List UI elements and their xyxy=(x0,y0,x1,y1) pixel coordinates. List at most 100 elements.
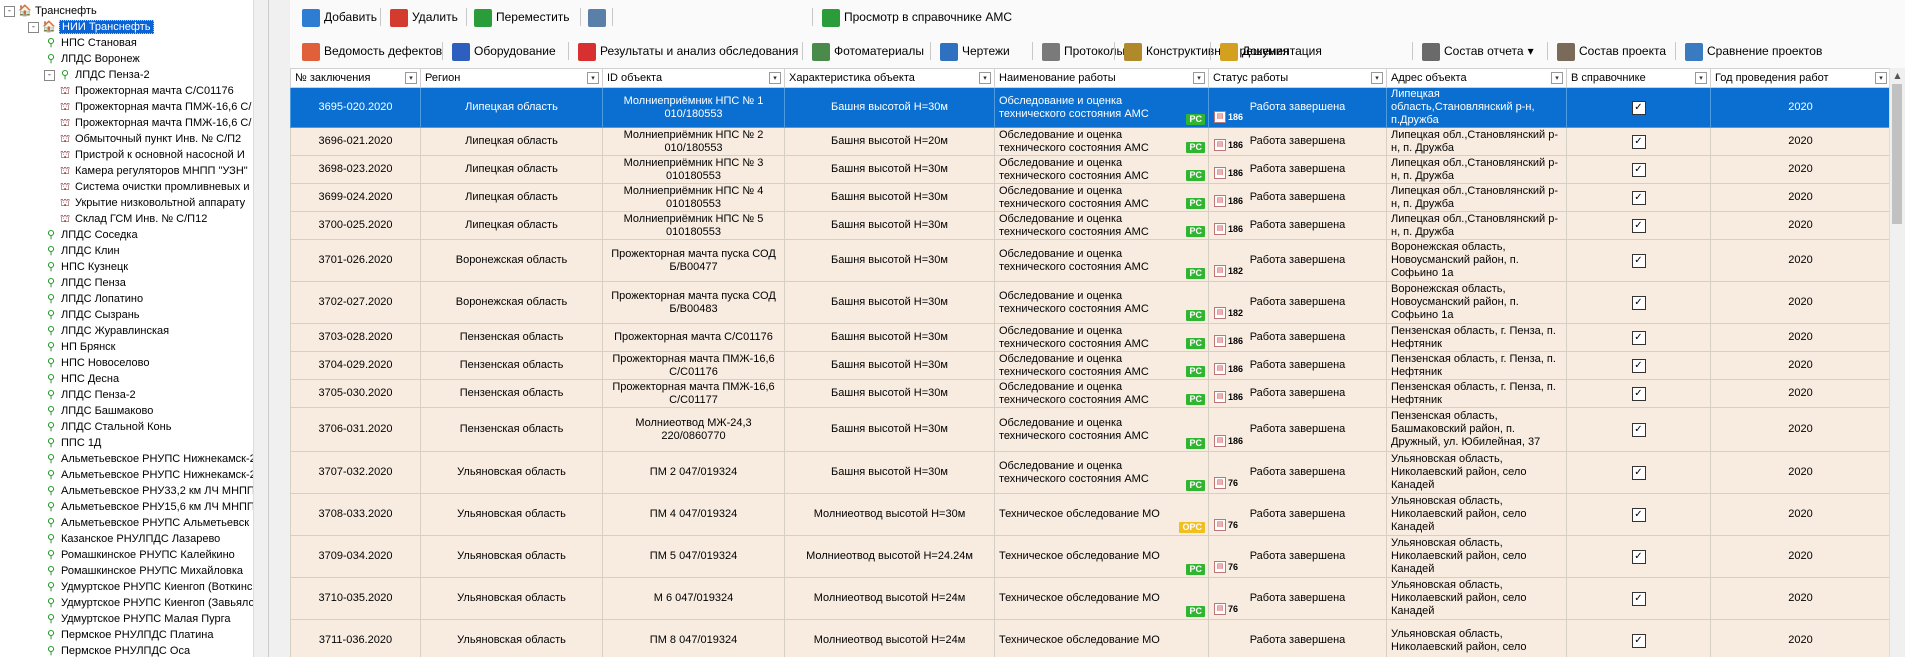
filter-dropdown-icon[interactable]: ▾ xyxy=(979,72,991,84)
scroll-up-icon[interactable]: ▲ xyxy=(1890,68,1905,83)
tree-item[interactable]: ⚲ ЛПДС Клин xyxy=(44,243,120,259)
panel-splitter[interactable] xyxy=(268,0,292,657)
table-row[interactable]: 3710-035.2020 Ульяновская область М 6 047/… xyxy=(290,577,1891,620)
tree-item[interactable]: ⚲ Пермское РНУЛПДС Платина xyxy=(44,627,214,643)
filter-dropdown-icon[interactable]: ▾ xyxy=(1551,72,1563,84)
in-reference-checkbox[interactable]: ✓ xyxy=(1631,190,1646,205)
document-icon[interactable]: ▤ xyxy=(1214,561,1226,574)
in-reference-checkbox[interactable]: ✓ xyxy=(1631,465,1646,480)
in-reference-checkbox[interactable]: ✓ xyxy=(1631,134,1646,149)
column-header[interactable]: Год проведения работ ▾ xyxy=(1710,68,1891,88)
table-row[interactable]: 3711-036.2020 Ульяновская область ПМ 8 047… xyxy=(290,619,1891,657)
tree-item[interactable]: ⛫ Камера регуляторов МНПП "УЗН" xyxy=(58,163,248,179)
in-reference-checkbox[interactable]: ✓ xyxy=(1631,162,1646,177)
document-icon[interactable]: ▤ xyxy=(1214,363,1226,376)
filter-dropdown-icon[interactable]: ▾ xyxy=(1875,72,1887,84)
tree-item[interactable]: ⚲ Пермское РНУЛПДС Оса xyxy=(44,643,190,657)
tree-item[interactable]: ⚲ ЛПДС Сызрань xyxy=(44,307,140,323)
grid-scrollbar[interactable]: ▲ xyxy=(1889,68,1905,657)
in-reference-checkbox[interactable]: ✓ xyxy=(1631,633,1646,648)
tree-item[interactable]: ⚲ Альметьевское РНУПС Нижнекамск-2 xyxy=(44,467,256,483)
in-reference-checkbox[interactable]: ✓ xyxy=(1631,100,1646,115)
tree-item[interactable]: ⚲ Удмуртское РНУПС Киенгоп (Завьяло xyxy=(44,595,255,611)
in-reference-checkbox[interactable]: ✓ xyxy=(1631,358,1646,373)
tree-item[interactable]: ⚲ ЛПДС Журавлинская xyxy=(44,323,169,339)
column-header[interactable]: Статус работы ▾ xyxy=(1208,68,1387,88)
document-icon[interactable]: ▤ xyxy=(1214,139,1226,152)
tree-item[interactable]: ⚲ Альметьевское РНУ15,6 км ЛЧ МНПП Н xyxy=(44,499,266,515)
table-row[interactable]: 3704-029.2020 Пензенская область Прожектор… xyxy=(290,351,1891,380)
toolbar-button-equipment[interactable]: Оборудование xyxy=(450,38,560,64)
document-icon[interactable]: ▤ xyxy=(1214,307,1226,320)
tree-item[interactable]: ⚲ НПС Кузнецк xyxy=(44,259,128,275)
tree-item[interactable]: ⚲ ЛПДС Воронеж xyxy=(44,51,140,67)
filter-dropdown-icon[interactable]: ▾ xyxy=(1193,72,1205,84)
tree-item[interactable]: ⚲ ЛПДС Соседка xyxy=(44,227,138,243)
table-row[interactable]: 3700-025.2020 Липецкая область Молниеприём… xyxy=(290,211,1891,240)
in-reference-checkbox[interactable]: ✓ xyxy=(1631,330,1646,345)
table-row[interactable]: 3699-024.2020 Липецкая область Молниеприём… xyxy=(290,183,1891,212)
toolbar-button-protocols[interactable]: Протоколы xyxy=(1040,38,1129,64)
toolbar-button-results[interactable]: Результаты и анализ обследования xyxy=(576,38,802,64)
tree-expander-icon[interactable]: - xyxy=(4,5,15,17)
filter-dropdown-icon[interactable]: ▾ xyxy=(1695,72,1707,84)
document-icon[interactable]: ▤ xyxy=(1214,477,1226,490)
column-header[interactable]: ID объекта ▾ xyxy=(602,68,785,88)
toolbar-button-report[interactable]: Состав отчета ▾ xyxy=(1420,38,1538,64)
toolbar-button-reference[interactable]: Просмотр в справочнике АМС xyxy=(820,4,1016,30)
tree-item[interactable]: ⚲ НПС Новоселово xyxy=(44,355,150,371)
toolbar-button-project[interactable]: Состав проекта xyxy=(1555,38,1670,64)
table-row[interactable]: 3702-027.2020 Воронежская область Прожекто… xyxy=(290,281,1891,324)
tree-item[interactable]: ⛫ Склад ГСМ Инв. № С/П12 xyxy=(58,211,207,227)
in-reference-checkbox[interactable]: ✓ xyxy=(1631,218,1646,233)
document-icon[interactable]: ▤ xyxy=(1214,195,1226,208)
tree-item[interactable]: ⚲ ЛПДС Стальной Конь xyxy=(44,419,171,435)
tree-item[interactable]: ⛫ Укрытие низковольтной аппарату xyxy=(58,195,245,211)
table-row[interactable]: 3709-034.2020 Ульяновская область ПМ 5 047… xyxy=(290,535,1891,578)
filter-dropdown-icon[interactable]: ▾ xyxy=(405,72,417,84)
toolbar-button-compare[interactable]: Сравнение проектов xyxy=(1683,38,1826,64)
filter-dropdown-icon[interactable]: ▾ xyxy=(769,72,781,84)
tree-item[interactable]: ⚲ ЛПДС Пенза-2 xyxy=(44,387,136,403)
document-icon[interactable]: ▤ xyxy=(1214,223,1226,236)
column-header[interactable]: Адрес объекта ▾ xyxy=(1386,68,1567,88)
table-row[interactable]: 3705-030.2020 Пензенская область Прожектор… xyxy=(290,379,1891,408)
table-row[interactable]: 3707-032.2020 Ульяновская область ПМ 2 047… xyxy=(290,451,1891,494)
tree-item[interactable]: ⚲ НПС Десна xyxy=(44,371,119,387)
tree-item[interactable]: ⛫ Прожекторная мачта С/С01176 xyxy=(58,83,234,99)
column-header[interactable]: Характеристика объекта ▾ xyxy=(784,68,995,88)
tree-item[interactable]: ⚲ Альметьевское РНУПС Альметьевск xyxy=(44,515,249,531)
in-reference-checkbox[interactable]: ✓ xyxy=(1631,422,1646,437)
toolbar-button-move[interactable]: Переместить xyxy=(472,4,574,30)
tree-item[interactable]: ⚲ НП Брянск xyxy=(44,339,116,355)
document-icon[interactable]: ▤ xyxy=(1214,335,1226,348)
tree-scrollbar[interactable] xyxy=(253,0,268,657)
document-icon[interactable]: ▤ xyxy=(1214,603,1226,616)
in-reference-checkbox[interactable]: ✓ xyxy=(1631,253,1646,268)
tree-item[interactable]: ⚲ Альметьевское РНУ33,2 км ЛЧ МНПП Н xyxy=(44,483,266,499)
column-header[interactable]: В справочнике ▾ xyxy=(1566,68,1711,88)
tree-expander-icon[interactable]: - xyxy=(44,69,55,81)
tree-item[interactable]: ⚲ ЛПДС Лопатино xyxy=(44,291,143,307)
tree-item[interactable]: - 🏠 Транснефть xyxy=(4,3,97,19)
in-reference-checkbox[interactable]: ✓ xyxy=(1631,549,1646,564)
document-icon[interactable]: ▤ xyxy=(1214,167,1226,180)
table-row[interactable]: 3708-033.2020 Ульяновская область ПМ 4 047… xyxy=(290,493,1891,536)
table-row[interactable]: 3698-023.2020 Липецкая область Молниеприём… xyxy=(290,155,1891,184)
in-reference-checkbox[interactable]: ✓ xyxy=(1631,386,1646,401)
toolbar-button-defects[interactable]: Ведомость дефектов xyxy=(300,38,446,64)
tree-item[interactable]: ⛫ Пристрой к основной насосной И xyxy=(58,147,245,163)
document-icon[interactable]: ▤ xyxy=(1214,111,1226,124)
filter-dropdown-icon[interactable]: ▾ xyxy=(1371,72,1383,84)
tree-item[interactable]: ⚲ ЛПДС Башмаково xyxy=(44,403,153,419)
tree-expander-icon[interactable]: - xyxy=(28,21,39,33)
document-icon[interactable]: ▤ xyxy=(1214,435,1226,448)
table-row[interactable]: 3706-031.2020 Пензенская область Молниеотв… xyxy=(290,407,1891,452)
toolbar-button-docs[interactable]: Документация xyxy=(1218,38,1326,64)
tree-item[interactable]: ⚲ Удмуртское РНУПС Малая Пурга xyxy=(44,611,231,627)
table-row[interactable]: 3695-020.2020 Липецкая область Молниеприём… xyxy=(290,87,1891,128)
tree-item[interactable]: ⚲ НПС Становая xyxy=(44,35,137,51)
toolbar-button-view[interactable] xyxy=(586,4,614,30)
tree-item[interactable]: - ⚲ ЛПДС Пенза-2 xyxy=(44,67,150,83)
tree-item[interactable]: ⚲ ППС 1Д xyxy=(44,435,101,451)
